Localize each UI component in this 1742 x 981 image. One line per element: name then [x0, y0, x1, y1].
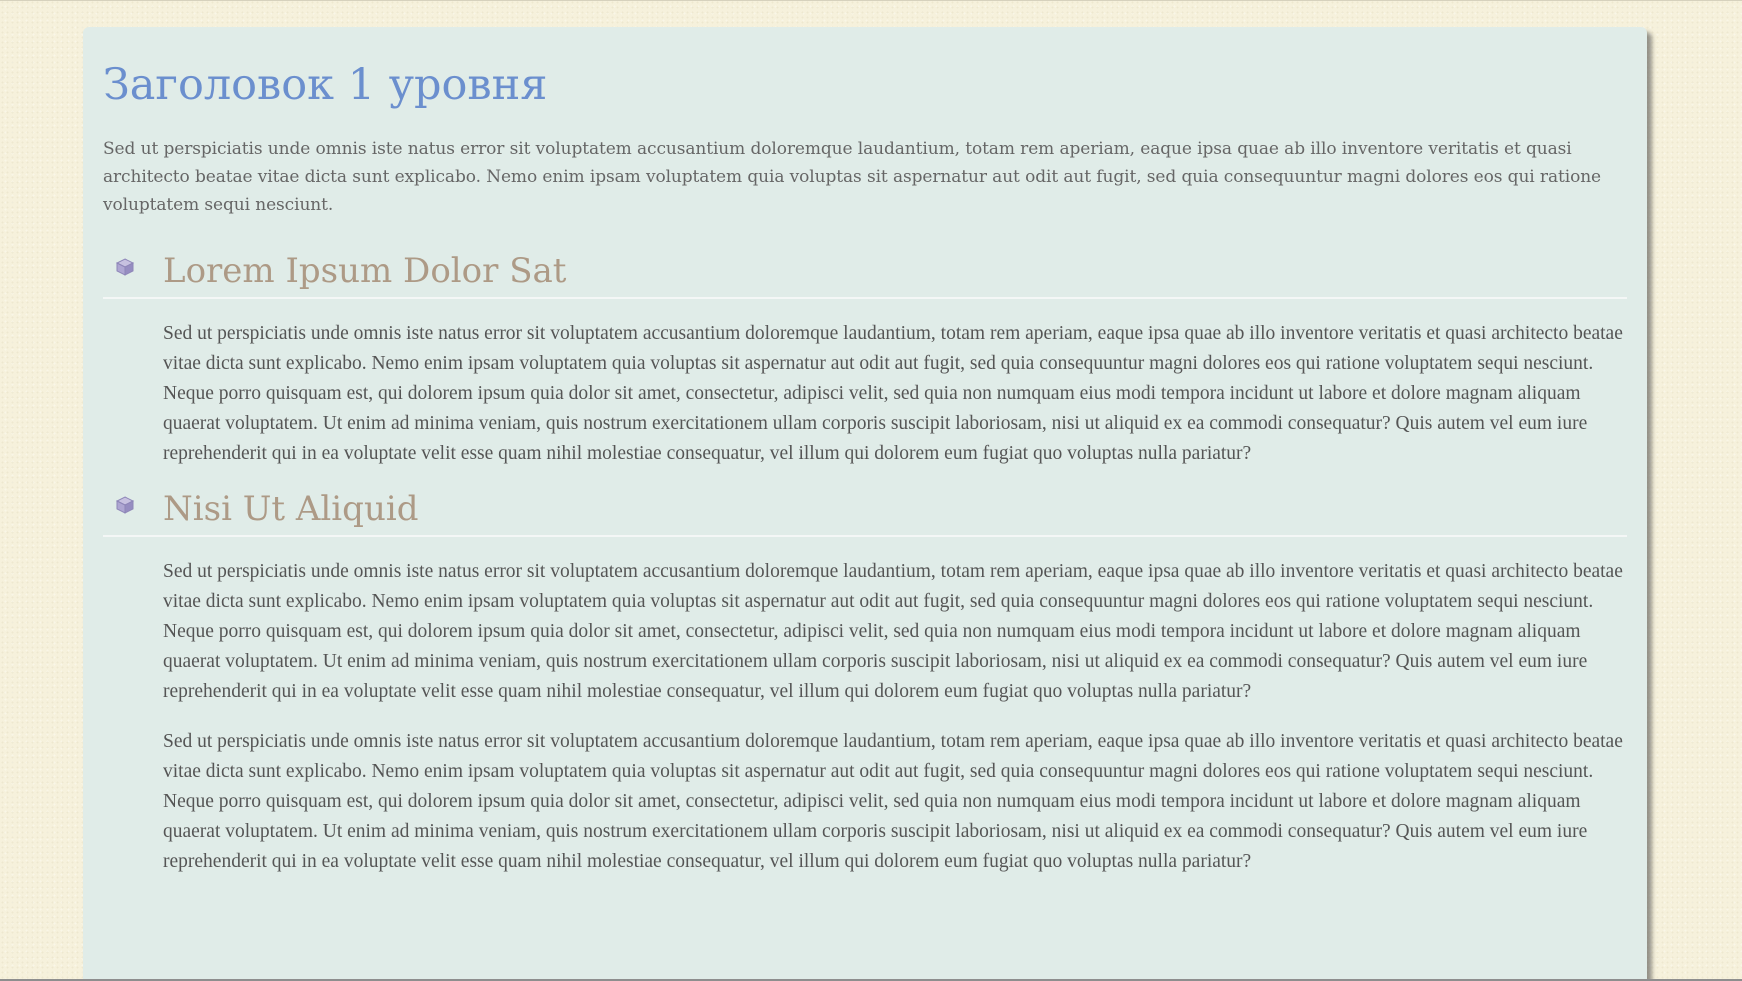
section-paragraph: Sed ut perspiciatis unde omnis iste natu… — [163, 731, 1623, 872]
section-heading: Nisi Ut Aliquid — [163, 489, 419, 529]
section-paragraph: Sed ut perspiciatis unde omnis iste natu… — [163, 561, 1623, 702]
content-card: Заголовок 1 уровня Sed ut perspiciatis u… — [83, 27, 1647, 981]
section-header-nisi: Nisi Ut Aliquid — [103, 485, 1627, 537]
section-heading: Lorem Ipsum Dolor Sat — [163, 251, 567, 291]
section-paragraph: Sed ut perspiciatis unde omnis iste natu… — [163, 323, 1623, 464]
intro-paragraph: Sed ut perspiciatis unde omnis iste natu… — [103, 139, 1602, 215]
section-header-lorem: Lorem Ipsum Dolor Sat — [103, 247, 1627, 299]
cube-icon — [115, 495, 135, 515]
page-title: Заголовок 1 уровня — [103, 60, 548, 110]
top-rule — [0, 0, 1742, 1]
cube-icon — [115, 257, 135, 277]
